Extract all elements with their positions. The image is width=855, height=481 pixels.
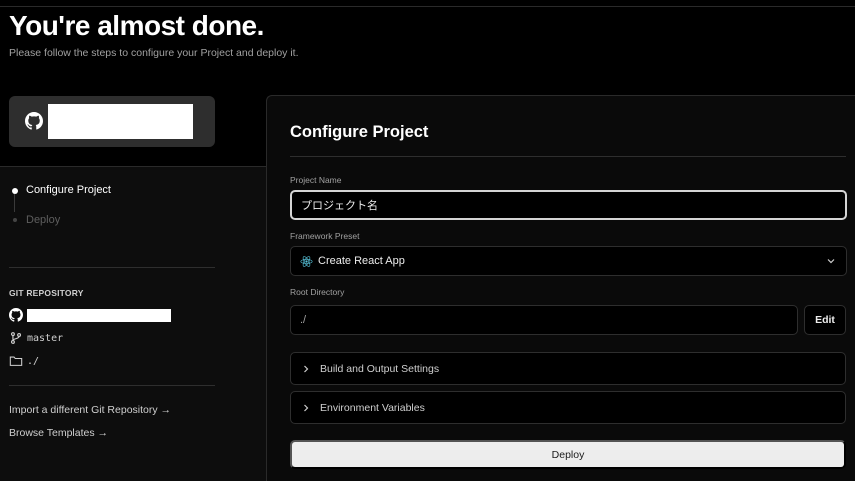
- directory-path: ./: [27, 355, 40, 367]
- git-branch-icon: [10, 332, 22, 344]
- project-name-input[interactable]: プロジェクト名: [290, 190, 847, 220]
- sidebar-divider: [0, 166, 266, 167]
- page-subtitle: Please follow the steps to configure you…: [9, 47, 299, 59]
- github-icon: [25, 112, 43, 130]
- panel-divider: [290, 156, 846, 157]
- step-connector: [14, 194, 15, 212]
- git-repository-heading: GIT REPOSITORY: [9, 288, 84, 298]
- repository-path-redacted: [27, 308, 171, 322]
- pending-step-dot: [13, 218, 17, 222]
- repository-card: [9, 96, 215, 147]
- root-directory-input[interactable]: ./: [290, 305, 798, 335]
- react-icon: [300, 255, 313, 267]
- edit-root-directory-button[interactable]: Edit: [804, 305, 846, 335]
- chevron-right-icon: [304, 365, 309, 372]
- folder-icon: [9, 356, 23, 366]
- page-title: You're almost done.: [9, 10, 264, 41]
- git-directory-row: ./: [9, 354, 39, 368]
- active-step-dot: [12, 188, 18, 194]
- framework-preset-select[interactable]: Create React App: [290, 246, 847, 276]
- sidebar-divider: [9, 385, 215, 386]
- build-output-settings-toggle[interactable]: Build and Output Settings: [290, 352, 846, 385]
- branch-name: master: [27, 332, 64, 344]
- chevron-down-icon: [827, 259, 835, 264]
- top-divider: [0, 6, 855, 7]
- project-name-value: プロジェクト名: [301, 200, 378, 212]
- framework-preset-value: Create React App: [318, 255, 405, 267]
- git-branch-row: master: [9, 331, 63, 345]
- environment-variables-toggle[interactable]: Environment Variables: [290, 391, 846, 424]
- accordion-label: Environment Variables: [320, 401, 425, 414]
- browse-templates-link[interactable]: Browse Templates →: [9, 427, 108, 439]
- configure-project-panel: Configure Project Project Name プロジェクト名 F…: [266, 95, 855, 481]
- root-directory-value: ./: [300, 314, 307, 326]
- chevron-right-icon: [304, 404, 309, 411]
- import-git-repository-link[interactable]: Import a different Git Repository →: [9, 404, 171, 416]
- step-label: Configure Project: [26, 184, 111, 196]
- github-icon: [9, 308, 23, 322]
- accordion-label: Build and Output Settings: [320, 362, 440, 375]
- sidebar-divider: [9, 267, 215, 268]
- repository-name-redacted: [48, 104, 193, 139]
- deploy-button[interactable]: Deploy: [290, 440, 846, 469]
- root-directory-label: Root Directory: [290, 287, 345, 297]
- git-repository-row: [9, 308, 171, 322]
- step-label: Deploy: [26, 214, 61, 226]
- project-name-label: Project Name: [290, 175, 342, 185]
- panel-title: Configure Project: [290, 123, 429, 141]
- framework-preset-label: Framework Preset: [290, 231, 360, 241]
